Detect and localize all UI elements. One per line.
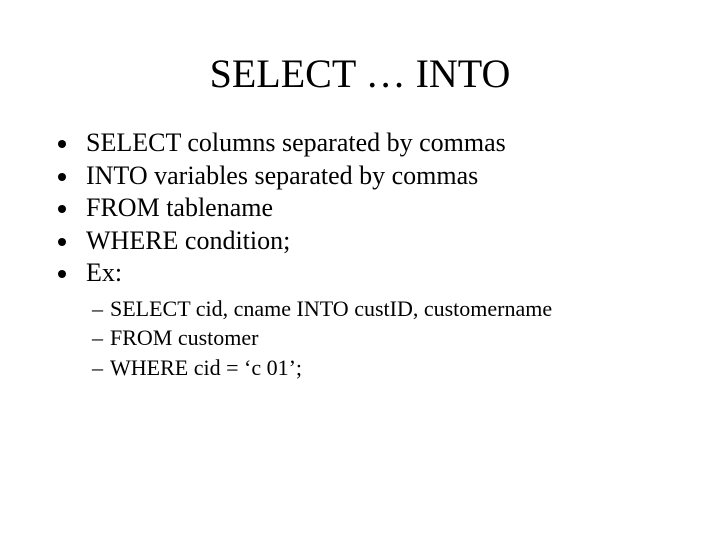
bullet-item: WHERE condition;	[80, 225, 670, 258]
bullet-item: FROM tablename	[80, 192, 670, 225]
slide: SELECT … INTO SELECT columns separated b…	[0, 0, 720, 540]
sub-bullet-item: SELECT cid, cname INTO custID, customern…	[110, 294, 670, 324]
bullet-item: SELECT columns separated by commas	[80, 127, 670, 160]
sub-bullet-item: FROM customer	[110, 323, 670, 353]
bullet-item: INTO variables separated by commas	[80, 160, 670, 193]
bullet-label: Ex:	[86, 258, 122, 287]
bullet-item: Ex: SELECT cid, cname INTO custID, custo…	[80, 257, 670, 383]
slide-title: SELECT … INTO	[50, 50, 670, 97]
main-list: SELECT columns separated by commas INTO …	[50, 127, 670, 383]
sub-list: SELECT cid, cname INTO custID, customern…	[86, 294, 670, 383]
sub-bullet-item: WHERE cid = ‘c 01’;	[110, 353, 670, 383]
